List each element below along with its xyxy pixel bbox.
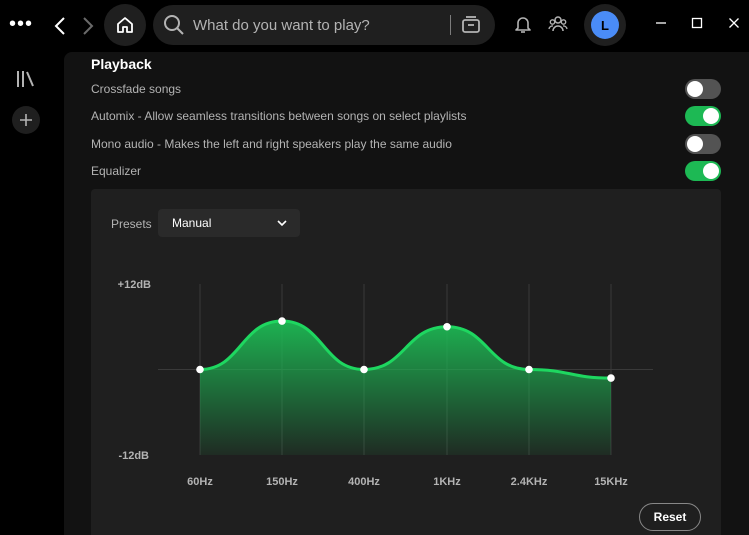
- setting-label: Automix - Allow seamless transitions bet…: [91, 109, 467, 123]
- search-divider: [450, 15, 451, 35]
- crossfade-toggle[interactable]: [685, 79, 721, 99]
- close-icon[interactable]: [727, 16, 741, 30]
- setting-crossfade: Crossfade songs: [91, 79, 721, 99]
- avatar-button[interactable]: L: [584, 4, 626, 46]
- eq-band-label: 150Hz: [266, 476, 298, 488]
- library-icon[interactable]: [16, 70, 36, 88]
- toggle-knob: [687, 136, 703, 152]
- avatar: L: [591, 11, 619, 39]
- eq-band-label: 2.4KHz: [511, 476, 548, 488]
- setting-label: Equalizer: [91, 164, 142, 178]
- automix-toggle[interactable]: [685, 106, 721, 126]
- sidebar: [0, 52, 52, 535]
- search-bar[interactable]: [153, 5, 495, 45]
- eq-handle-2.4KHz[interactable]: [525, 365, 533, 374]
- toggle-knob: [687, 81, 703, 97]
- eq-band-label: 60Hz: [187, 476, 213, 488]
- eq-handle-15KHz[interactable]: [607, 374, 615, 382]
- minimize-icon[interactable]: [654, 16, 668, 30]
- forward-chevron-icon: [83, 17, 94, 35]
- equalizer-chart[interactable]: +12dB -12dB 60Hz 150Hz 400Hz 1KHz 2.4KHz 15KH…: [91, 189, 721, 499]
- home-icon: [117, 17, 133, 33]
- equalizer-toggle[interactable]: [685, 161, 721, 181]
- search-icon: [164, 15, 184, 35]
- eq-curve-area: [200, 321, 611, 455]
- eq-band-label: 1KHz: [433, 476, 461, 488]
- maximize-icon[interactable]: [690, 16, 704, 30]
- home-button[interactable]: [104, 4, 146, 46]
- setting-label: Crossfade songs: [91, 82, 182, 96]
- back-chevron-icon: [54, 17, 65, 35]
- y-axis-max-label: +12dB: [118, 279, 151, 291]
- eq-handle-1KHz[interactable]: [443, 322, 451, 331]
- search-input[interactable]: [193, 5, 433, 45]
- eq-handle-150Hz[interactable]: [278, 317, 286, 325]
- settings-panel: Playback Crossfade songs Automix - Allow…: [64, 52, 749, 535]
- top-bar: ••• L: [0, 0, 749, 52]
- y-axis-min-label: -12dB: [118, 450, 149, 462]
- eq-handle-400Hz[interactable]: [360, 365, 368, 374]
- setting-equalizer: Equalizer: [91, 161, 721, 181]
- mono-audio-toggle[interactable]: [685, 134, 721, 154]
- section-title: Playback: [91, 56, 152, 72]
- browse-icon[interactable]: [460, 14, 482, 36]
- toggle-knob: [703, 108, 719, 124]
- bell-icon[interactable]: [514, 14, 532, 34]
- setting-label: Mono audio - Makes the left and right sp…: [91, 137, 452, 151]
- toggle-knob: [703, 163, 719, 179]
- eq-handle-60Hz[interactable]: [196, 365, 204, 374]
- reset-button[interactable]: Reset: [639, 503, 701, 531]
- forward-button[interactable]: [74, 12, 102, 40]
- eq-band-label: 400Hz: [348, 476, 380, 488]
- back-button[interactable]: [46, 12, 74, 40]
- setting-mono-audio: Mono audio - Makes the left and right sp…: [91, 134, 721, 154]
- setting-automix: Automix - Allow seamless transitions bet…: [91, 106, 721, 126]
- plus-icon: [20, 114, 32, 126]
- equalizer-panel: Presets Manual +12dB -12dB 60Hz 150Hz 400H…: [91, 189, 721, 535]
- menu-dots-icon[interactable]: •••: [9, 14, 33, 34]
- eq-band-label: 15KHz: [594, 476, 628, 488]
- create-playlist-button[interactable]: [12, 106, 40, 134]
- friends-icon[interactable]: [548, 14, 568, 34]
